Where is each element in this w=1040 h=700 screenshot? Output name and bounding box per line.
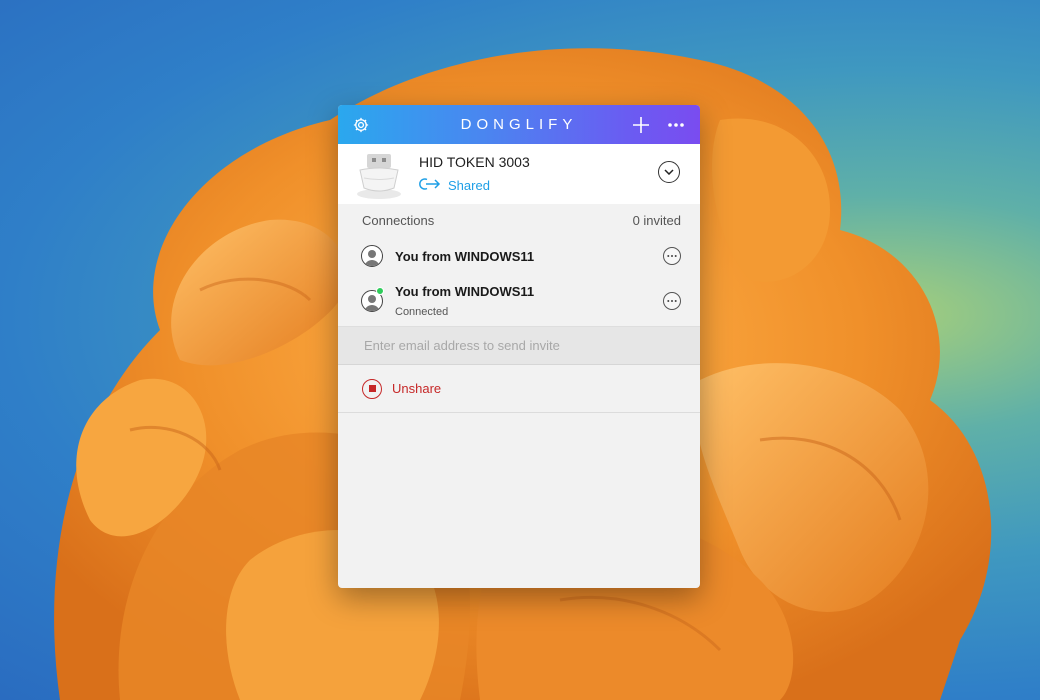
device-status-label: Shared [448,178,490,193]
gear-icon[interactable] [350,105,372,144]
chevron-down-icon[interactable] [658,161,680,183]
usb-token-icon [354,150,404,200]
donglify-window: DONGLIFY HID TOKEN 3003 Shared Connectio… [338,105,700,588]
unshare-label: Unshare [392,381,442,396]
device-card[interactable]: HID TOKEN 3003 Shared [338,144,700,204]
connection-name: You from WINDOWS11 [395,284,535,299]
device-name: HID TOKEN 3003 [419,154,530,170]
device-status: Shared [419,177,490,194]
invite-field-container [338,326,700,365]
user-avatar-icon [361,245,383,267]
connections-label: Connections [362,212,435,228]
connection-name: You from WINDOWS11 [395,249,535,264]
connection-row[interactable]: You from WINDOWS11 Connected [338,276,700,326]
title-bar: DONGLIFY [338,105,700,144]
connection-status: Connected [395,306,449,318]
more-horizontal-icon[interactable] [664,105,688,144]
share-arrow-icon [419,177,441,194]
app-title: DONGLIFY [460,116,578,133]
invite-email-input[interactable] [364,338,684,353]
invited-count: 0 invited [632,212,681,228]
unshare-button[interactable]: Unshare [338,365,700,413]
connections-header: Connections 0 invited [338,204,700,236]
plus-icon[interactable] [630,105,652,144]
more-horizontal-icon[interactable] [663,247,681,265]
connection-row[interactable]: You from WINDOWS11 [338,236,700,276]
more-horizontal-icon[interactable] [663,292,681,310]
online-status-indicator [376,287,384,295]
stop-icon [362,378,382,399]
